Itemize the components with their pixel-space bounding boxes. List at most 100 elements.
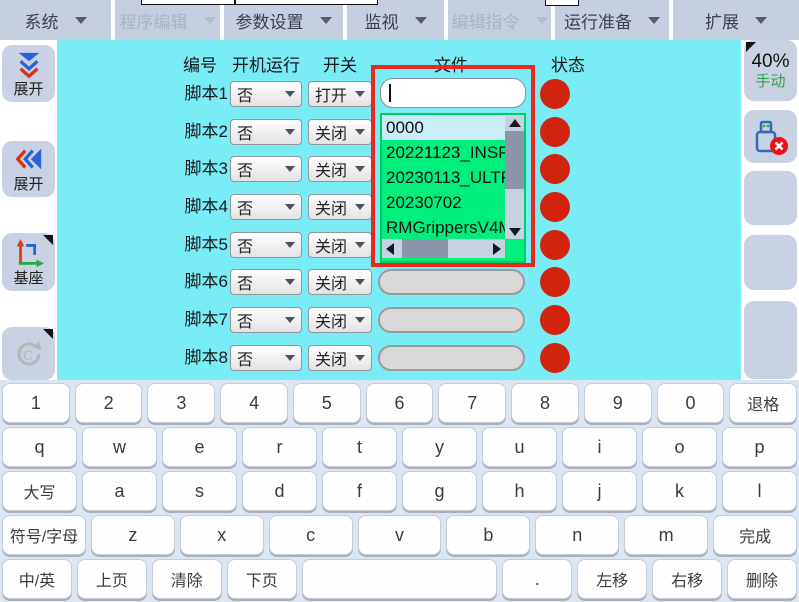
- vertical-scrollbar[interactable]: [505, 115, 524, 240]
- key-u[interactable]: u: [482, 427, 557, 467]
- file-field[interactable]: [378, 345, 525, 371]
- key-0[interactable]: 0: [657, 383, 725, 423]
- key-n[interactable]: n: [535, 515, 619, 555]
- boot-run-select[interactable]: 否: [230, 194, 302, 220]
- switch-select[interactable]: 关闭: [308, 269, 372, 295]
- key-h[interactable]: h: [482, 471, 557, 511]
- expand-down-button[interactable]: 展开: [2, 45, 55, 102]
- switch-select[interactable]: 打开: [308, 81, 372, 107]
- key-1[interactable]: 1: [2, 383, 70, 423]
- expand-left-button[interactable]: 展开: [2, 141, 55, 197]
- menu-item-parameter-settings[interactable]: 参数设置: [224, 0, 343, 40]
- vertical-scrollbar-thumb[interactable]: [505, 131, 524, 189]
- key-d[interactable]: d: [242, 471, 317, 511]
- key-w[interactable]: w: [82, 427, 157, 467]
- rotate-button[interactable]: C: [2, 327, 55, 380]
- rotate-c-icon: C: [11, 336, 47, 372]
- key-l[interactable]: l: [722, 471, 797, 511]
- key-7[interactable]: 7: [438, 383, 506, 423]
- key-o[interactable]: o: [642, 427, 717, 467]
- key-caps[interactable]: 大写: [2, 471, 77, 511]
- key-g[interactable]: g: [402, 471, 477, 511]
- key-y[interactable]: y: [402, 427, 477, 467]
- key-i[interactable]: i: [562, 427, 637, 467]
- file-field[interactable]: [378, 307, 525, 333]
- scroll-up-button[interactable]: [505, 115, 524, 131]
- scroll-down-button[interactable]: [505, 224, 524, 240]
- menu-item-extension[interactable]: 扩展: [673, 0, 799, 40]
- key-x[interactable]: x: [180, 515, 264, 555]
- file-input[interactable]: [380, 78, 526, 108]
- scroll-left-button[interactable]: [382, 239, 398, 258]
- base-coordinate-button[interactable]: 基座: [2, 233, 55, 291]
- key-t[interactable]: t: [322, 427, 397, 467]
- switch-select[interactable]: 关闭: [308, 156, 372, 182]
- key-2[interactable]: 2: [75, 383, 143, 423]
- file-field[interactable]: [378, 269, 525, 295]
- key-c[interactable]: c: [269, 515, 353, 555]
- key-e[interactable]: e: [162, 427, 237, 467]
- key-j[interactable]: j: [562, 471, 637, 511]
- key-r[interactable]: r: [242, 427, 317, 467]
- row-label: 脚本5: [147, 232, 228, 258]
- empty-button-1[interactable]: [744, 171, 797, 225]
- menu-item-monitor[interactable]: 监视: [347, 0, 444, 40]
- boot-run-select[interactable]: 否: [230, 269, 302, 295]
- key-delete[interactable]: 删除: [727, 559, 797, 599]
- empty-button-3[interactable]: [744, 301, 797, 379]
- boot-run-select[interactable]: 否: [230, 156, 302, 182]
- menu-item-program-edit: 程序编辑: [115, 0, 220, 40]
- key-move-left[interactable]: 左移: [577, 559, 647, 599]
- list-item[interactable]: 20230702: [382, 190, 505, 215]
- boot-run-select[interactable]: 否: [230, 232, 302, 258]
- list-item[interactable]: 0000: [382, 115, 505, 140]
- key-b[interactable]: b: [446, 515, 530, 555]
- list-item[interactable]: 20230113_ULTRA: [382, 165, 505, 190]
- key-lang-toggle[interactable]: 中/英: [2, 559, 72, 599]
- scroll-right-button[interactable]: [489, 239, 505, 258]
- key-v[interactable]: v: [358, 515, 442, 555]
- key-m[interactable]: m: [624, 515, 708, 555]
- key-period[interactable]: .: [502, 559, 572, 599]
- switch-select[interactable]: 关闭: [308, 307, 372, 333]
- speed-mode-button[interactable]: 40% 手动: [744, 40, 797, 101]
- key-s[interactable]: s: [162, 471, 237, 511]
- horizontal-scrollbar[interactable]: [382, 239, 505, 258]
- key-9[interactable]: 9: [584, 383, 652, 423]
- key-3[interactable]: 3: [147, 383, 215, 423]
- menu-item-system[interactable]: 系统: [0, 0, 111, 40]
- key-symbol-toggle[interactable]: 符号/字母: [2, 515, 86, 555]
- key-p[interactable]: p: [722, 427, 797, 467]
- boot-run-select[interactable]: 否: [230, 81, 302, 107]
- switch-select[interactable]: 关闭: [308, 232, 372, 258]
- key-a[interactable]: a: [82, 471, 157, 511]
- key-space[interactable]: [302, 559, 498, 599]
- key-page-down[interactable]: 下页: [227, 559, 297, 599]
- double-chevron-left-icon: [13, 145, 45, 175]
- switch-select[interactable]: 关闭: [308, 194, 372, 220]
- list-item[interactable]: RMGrippersV4Mo: [382, 215, 505, 240]
- switch-select[interactable]: 关闭: [308, 345, 372, 371]
- key-4[interactable]: 4: [220, 383, 288, 423]
- key-backspace[interactable]: 退格: [729, 383, 797, 423]
- key-8[interactable]: 8: [511, 383, 579, 423]
- boot-run-select[interactable]: 否: [230, 307, 302, 333]
- key-clear[interactable]: 清除: [152, 559, 222, 599]
- horizontal-scrollbar-thumb[interactable]: [402, 239, 448, 258]
- key-5[interactable]: 5: [293, 383, 361, 423]
- boot-run-select[interactable]: 否: [230, 119, 302, 145]
- switch-select[interactable]: 关闭: [308, 119, 372, 145]
- menu-item-run-preparation[interactable]: 运行准备: [555, 0, 669, 40]
- key-q[interactable]: q: [2, 427, 77, 467]
- key-z[interactable]: z: [91, 515, 175, 555]
- boot-run-select[interactable]: 否: [230, 345, 302, 371]
- key-k[interactable]: k: [642, 471, 717, 511]
- empty-button-2[interactable]: [744, 235, 797, 290]
- list-item[interactable]: 20221123_INSPIR: [382, 140, 505, 165]
- key-6[interactable]: 6: [366, 383, 434, 423]
- key-move-right[interactable]: 右移: [652, 559, 722, 599]
- key-f[interactable]: f: [322, 471, 397, 511]
- key-done[interactable]: 完成: [713, 515, 797, 555]
- key-page-up[interactable]: 上页: [77, 559, 147, 599]
- usb-button[interactable]: [744, 110, 797, 163]
